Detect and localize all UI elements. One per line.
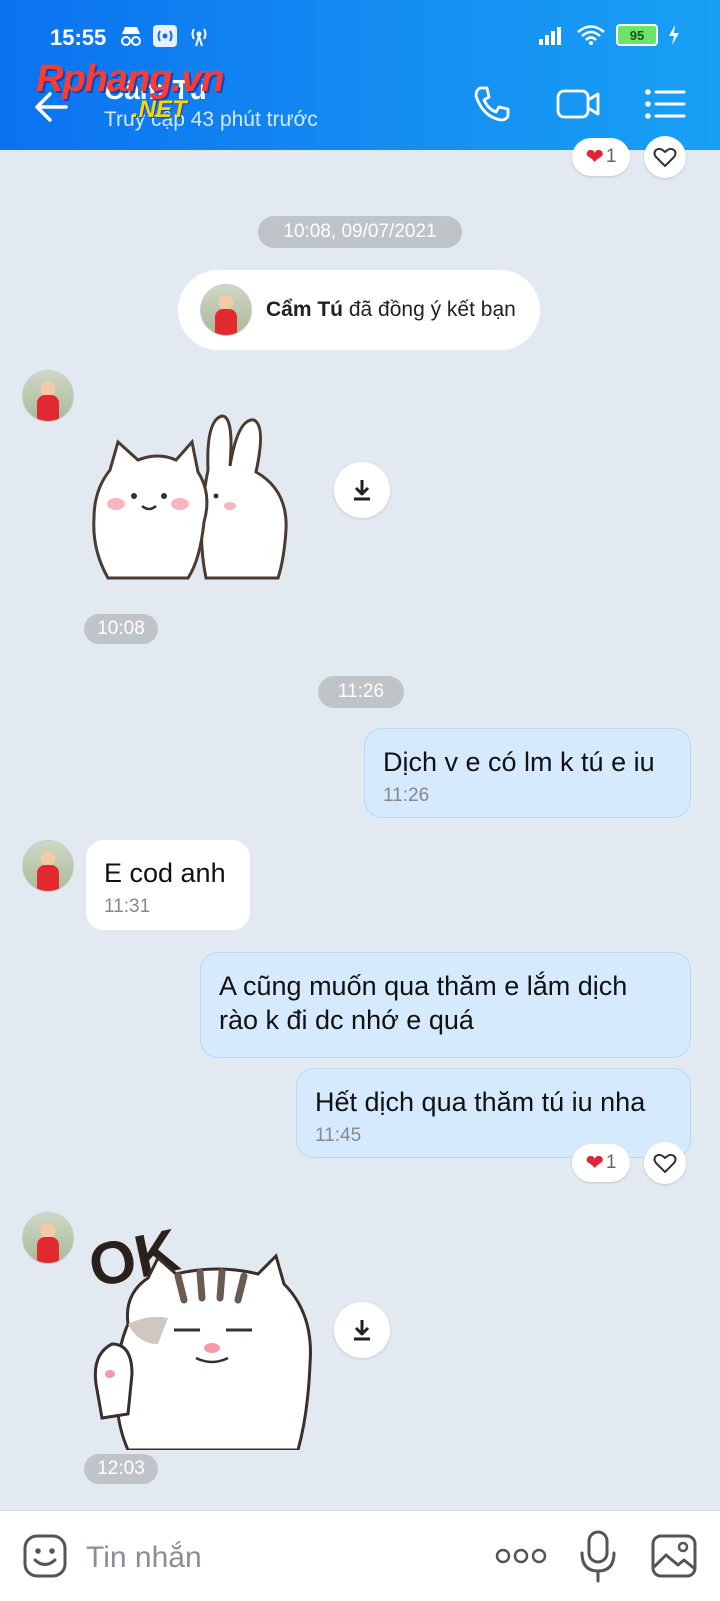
composer-bar [0, 1510, 720, 1601]
message-time: 11:26 [383, 785, 430, 806]
sticker-ok-cat[interactable]: OK [88, 1214, 320, 1450]
hotspot-icon [153, 25, 177, 47]
message-bubble[interactable]: Hết dịch qua thăm tú iu nha 11:45 [296, 1068, 691, 1158]
message-time: 12:03 [84, 1454, 158, 1484]
download-button[interactable] [334, 462, 390, 518]
avatar[interactable] [22, 840, 74, 892]
like-button[interactable] [644, 1142, 686, 1184]
reaction-count: 1 [605, 1152, 617, 1173]
reaction-count-badge[interactable]: ❤ 1 [572, 1144, 630, 1182]
avatar[interactable] [200, 284, 252, 336]
message-bubble[interactable]: A cũng muốn qua thăm e lắm dịch rào k đi… [200, 952, 691, 1058]
download-icon [354, 1320, 370, 1341]
menu-button[interactable] [643, 82, 687, 126]
message-time: 11:31 [104, 896, 151, 917]
time-separator: 11:26 [318, 676, 404, 708]
heart-outline-icon [653, 1153, 677, 1173]
avatar[interactable] [22, 1212, 74, 1264]
message-text: A cũng muốn qua thăm e lắm dịch rào k đi… [219, 971, 628, 1035]
signal-tower-icon [191, 28, 207, 47]
message-bubble[interactable]: E cod anh 11:31 [86, 840, 250, 930]
top-bar: 15:55 95 Cẩm Tú Truy cập 43 phút trước R… [0, 0, 720, 150]
friend-notice-text: Cẩm Tú đã đồng ý kết bạn [266, 298, 516, 322]
message-bubble[interactable]: Dịch v e có lm k tú e iu 11:26 [364, 728, 691, 818]
heart-icon: ❤ [585, 144, 604, 169]
message-time: 10:08 [84, 614, 158, 644]
message-text: Dịch v e có lm k tú e iu [383, 747, 655, 777]
heart-outline-icon [653, 147, 677, 167]
more-options-button[interactable] [495, 1544, 547, 1568]
avatar[interactable] [22, 370, 74, 422]
download-icon [354, 480, 370, 501]
wifi-icon [577, 25, 605, 45]
heart-icon: ❤ [585, 1150, 604, 1175]
friend-notice-message: đã đồng ý kết bạn [343, 298, 516, 321]
reaction-count-badge[interactable]: ❤ 1 [572, 138, 630, 176]
charging-icon [669, 25, 679, 45]
watermark-logo-sub: .NET [132, 96, 187, 123]
cellular-signal-icon [539, 27, 561, 45]
sticker-cat-rabbit[interactable] [88, 410, 298, 582]
friend-notice-name: Cẩm Tú [266, 298, 344, 321]
incognito-icon [121, 27, 141, 46]
message-text: E cod anh [104, 858, 226, 888]
download-button[interactable] [334, 1302, 390, 1358]
status-icons-left [118, 24, 212, 48]
image-picker-button[interactable] [650, 1533, 698, 1579]
message-text: Hết dịch qua thăm tú iu nha [315, 1087, 646, 1117]
watermark-logo: Rphang.vn [36, 58, 224, 100]
battery-level: 95 [629, 27, 645, 43]
date-separator: 10:08, 09/07/2021 [258, 216, 462, 248]
voice-call-button[interactable] [470, 82, 514, 126]
status-time: 15:55 [50, 25, 107, 50]
battery-icon: 95 [616, 24, 658, 46]
status-icons-right: 95 [538, 24, 680, 46]
like-button[interactable] [644, 136, 686, 178]
microphone-button[interactable] [578, 1529, 618, 1583]
friend-accepted-notice: Cẩm Tú đã đồng ý kết bạn [178, 270, 540, 350]
emoji-button[interactable] [22, 1533, 68, 1579]
video-call-button[interactable] [556, 82, 600, 126]
reaction-count: 1 [605, 146, 617, 167]
message-input[interactable] [84, 1535, 468, 1581]
